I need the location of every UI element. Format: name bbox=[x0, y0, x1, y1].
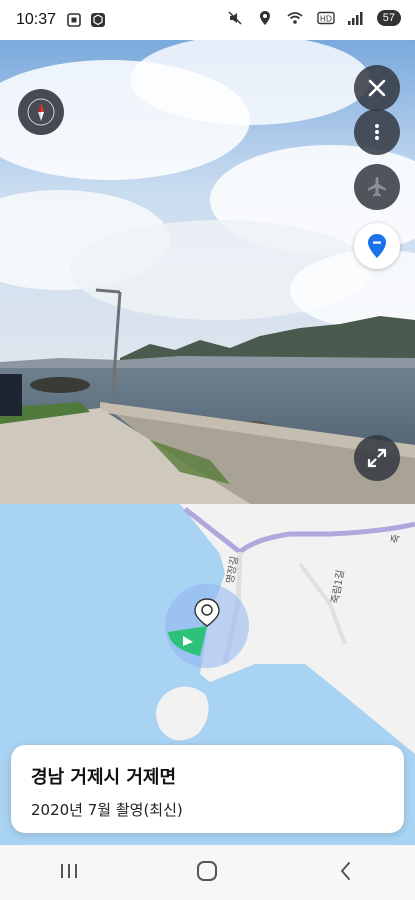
more-options-button[interactable] bbox=[354, 109, 400, 155]
aerial-view-button[interactable] bbox=[354, 164, 400, 210]
more-vert-icon bbox=[366, 121, 388, 143]
location-info-card[interactable]: 경남 거제시 거제면 2020년 7월 촬영(최신) bbox=[11, 745, 404, 833]
status-icons: HD 57 bbox=[227, 10, 401, 26]
expand-button[interactable] bbox=[354, 435, 400, 481]
location-button[interactable] bbox=[354, 223, 400, 269]
location-title: 경남 거제시 거제면 bbox=[31, 767, 177, 788]
close-icon bbox=[366, 77, 388, 99]
svg-text:HD: HD bbox=[320, 15, 332, 24]
mute-icon bbox=[227, 10, 243, 26]
home-button[interactable] bbox=[177, 853, 237, 893]
status-time: 10:37 bbox=[16, 11, 57, 28]
screenshot-icon bbox=[66, 12, 82, 28]
wifi-icon bbox=[287, 10, 303, 26]
home-icon bbox=[195, 859, 219, 887]
expand-icon bbox=[366, 447, 388, 469]
navigation-bar bbox=[0, 845, 415, 900]
hd-icon: HD bbox=[317, 10, 335, 26]
back-icon bbox=[336, 860, 356, 886]
recents-button[interactable] bbox=[39, 853, 99, 893]
battery-indicator: 57 bbox=[376, 10, 401, 26]
island bbox=[156, 686, 209, 741]
recents-icon bbox=[58, 861, 80, 885]
capture-date: 2020년 7월 촬영(최신) bbox=[31, 801, 183, 819]
back-button[interactable] bbox=[316, 853, 376, 893]
status-bar: 10:37 HD 57 bbox=[0, 0, 415, 40]
location-icon bbox=[257, 10, 273, 26]
location-pin-icon bbox=[366, 233, 388, 259]
compass-icon[interactable] bbox=[18, 89, 64, 135]
cube-icon bbox=[90, 12, 106, 28]
close-button[interactable] bbox=[354, 65, 400, 111]
airplane-icon bbox=[365, 175, 389, 199]
signal-icon bbox=[347, 10, 363, 26]
street-view-panorama[interactable] bbox=[0, 40, 415, 504]
